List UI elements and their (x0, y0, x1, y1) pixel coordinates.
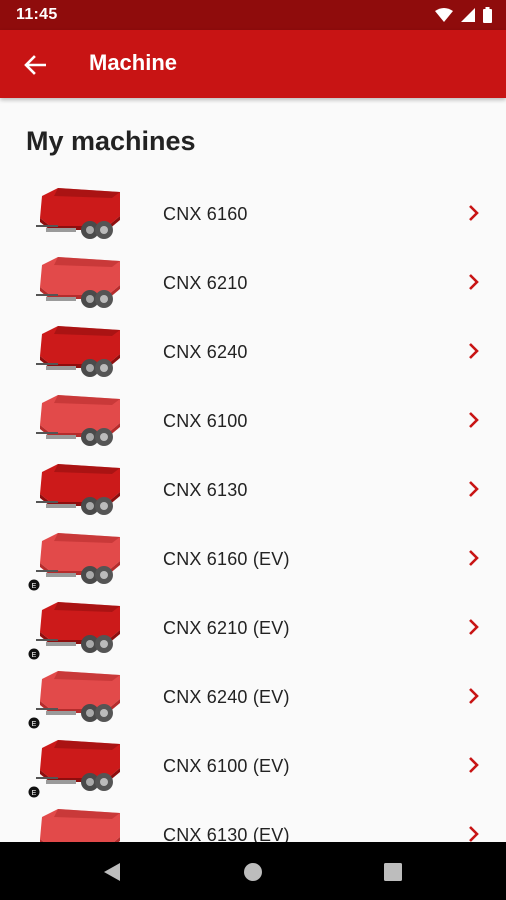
svg-text:E: E (32, 652, 37, 659)
machine-thumbnail (28, 320, 128, 384)
machine-thumbnail (28, 458, 128, 522)
machine-name: CNX 6160 (163, 204, 248, 224)
machine-list-item[interactable]: CNX 6100 (0, 387, 506, 456)
chevron-right-icon (468, 411, 480, 429)
machine-name: CNX 6210 (EV) (163, 618, 290, 638)
chevron-right-icon (468, 342, 480, 360)
chevron-right-icon (468, 618, 480, 636)
machine-thumbnail: E (28, 734, 128, 798)
machine-list: CNX 6160 CNX 6210 CNX 6240 CNX 6100 CNX 6130… (0, 180, 506, 842)
machine-name: CNX 6130 (163, 480, 248, 500)
machine-list-item[interactable]: E CNX 6210 (EV) (0, 594, 506, 663)
machine-list-item[interactable]: E CNX 6130 (EV) (0, 801, 506, 842)
machine-name: CNX 6100 (EV) (163, 756, 290, 776)
chevron-right-icon (468, 756, 480, 774)
machine-name: CNX 6240 (163, 342, 248, 362)
section-title: My machines (26, 126, 196, 156)
chevron-right-icon (468, 273, 480, 291)
arrow-left-icon (24, 55, 46, 75)
machine-list-item[interactable]: CNX 6240 (0, 318, 506, 387)
svg-text:E: E (32, 721, 37, 728)
machine-name: CNX 6210 (163, 273, 248, 293)
chevron-right-icon (468, 549, 480, 567)
machine-thumbnail (28, 251, 128, 315)
machine-list-item[interactable]: E CNX 6160 (EV) (0, 525, 506, 594)
chevron-right-icon (468, 825, 480, 842)
machine-thumbnail: E (28, 665, 128, 729)
machine-list-item[interactable]: CNX 6130 (0, 456, 506, 525)
machine-name: CNX 6100 (163, 411, 248, 431)
page-title: Machine (89, 50, 178, 75)
nav-recents-button[interactable] (381, 860, 405, 884)
square-recents-icon (384, 863, 402, 881)
circle-home-icon (244, 863, 262, 881)
machine-thumbnail (28, 182, 128, 246)
signal-icon (461, 8, 475, 22)
machine-thumbnail (28, 389, 128, 453)
wifi-icon (435, 8, 453, 22)
machine-list-item[interactable]: CNX 6210 (0, 249, 506, 318)
back-button[interactable] (18, 48, 52, 82)
chevron-right-icon (468, 687, 480, 705)
battery-icon (483, 7, 492, 23)
status-time: 11:45 (16, 6, 58, 23)
machine-thumbnail: E (28, 596, 128, 660)
navigation-bar (0, 842, 506, 900)
machine-list-item[interactable]: E CNX 6240 (EV) (0, 663, 506, 732)
svg-text:E: E (32, 790, 37, 797)
triangle-back-icon (104, 863, 120, 881)
chevron-right-icon (468, 480, 480, 498)
machine-thumbnail: E (28, 527, 128, 591)
app-bar: Machine (0, 30, 506, 98)
machine-name: CNX 6240 (EV) (163, 687, 290, 707)
machine-thumbnail: E (28, 803, 128, 842)
machine-name: CNX 6130 (EV) (163, 825, 290, 842)
machine-list-item[interactable]: E CNX 6100 (EV) (0, 732, 506, 801)
content-area[interactable]: My machines CNX 6160 CNX 6210 CNX 6240 CNX … (0, 98, 506, 842)
nav-home-button[interactable] (241, 860, 265, 884)
status-icons (435, 7, 492, 23)
nav-back-button[interactable] (100, 860, 124, 884)
machine-list-item[interactable]: CNX 6160 (0, 180, 506, 249)
chevron-right-icon (468, 204, 480, 222)
status-bar: 11:45 (0, 0, 506, 30)
svg-text:E: E (32, 583, 37, 590)
machine-name: CNX 6160 (EV) (163, 549, 290, 569)
